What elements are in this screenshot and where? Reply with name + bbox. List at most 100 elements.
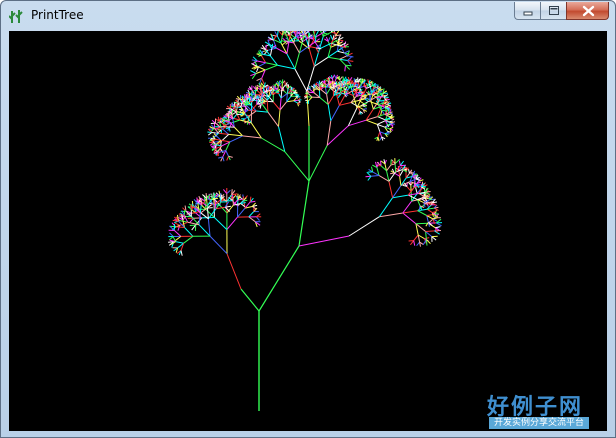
tree-branch: [169, 232, 174, 237]
tree-branch: [265, 100, 274, 103]
tree-branch: [389, 126, 394, 130]
tree-branch: [417, 210, 427, 216]
tree-branch: [424, 195, 430, 198]
tree-branch: [278, 126, 286, 152]
tree-branch: [290, 91, 292, 97]
tree-branch: [360, 80, 362, 84]
watermark-subtitle: 开发实例分享交流平台: [489, 417, 589, 429]
tree-branch: [399, 176, 402, 186]
tree-branch: [362, 108, 367, 110]
tree-branch: [370, 175, 380, 177]
tree-branch: [392, 194, 409, 199]
tree-branch: [258, 62, 266, 68]
tree-branch: [207, 218, 211, 237]
tree-branch: [357, 105, 364, 107]
tree-branch: [308, 91, 314, 94]
tree-branch: [344, 65, 346, 72]
tree-branch: [402, 210, 418, 214]
tree-branch: [229, 135, 243, 143]
watermark: 好例子网 开发实例分享交流平台: [487, 389, 607, 431]
tree-branch: [330, 105, 340, 122]
tree-branch: [350, 79, 352, 84]
tree-branch: [236, 195, 238, 201]
tree-branch: [402, 200, 413, 214]
minimize-button[interactable]: [514, 2, 540, 20]
tree-branch: [277, 64, 296, 70]
tree-branch: [287, 88, 289, 94]
tree-branch: [225, 150, 229, 157]
tree-branch: [266, 100, 269, 113]
window-title: PrintTree: [31, 8, 84, 22]
tree-branch: [280, 89, 283, 99]
tree-branch: [267, 111, 279, 127]
close-button[interactable]: [566, 2, 609, 20]
tree-branch: [381, 109, 387, 112]
tree-branch: [222, 156, 225, 162]
tree-branch: [261, 137, 286, 153]
tree-branch: [175, 226, 185, 228]
tree-branch: [308, 48, 315, 67]
tree-branch: [294, 52, 300, 70]
tree-branch: [261, 78, 265, 84]
tree-branch: [297, 101, 301, 104]
tree-branch: [248, 211, 255, 218]
tree-branch: [228, 127, 231, 132]
tree-branch: [326, 120, 332, 146]
fractal-tree: [168, 31, 443, 411]
tree-branch: [350, 102, 359, 107]
tree-branch: [278, 31, 283, 36]
tree-branch: [278, 109, 281, 127]
tree-branch: [415, 222, 429, 225]
tree-branch: [286, 94, 288, 102]
tree-branch: [250, 122, 262, 139]
tree-branch: [294, 68, 308, 92]
tree-branch: [286, 53, 296, 70]
tree-branch: [345, 64, 352, 67]
tree-canvas: [9, 31, 607, 431]
tree-branch: [348, 216, 380, 237]
tree-branch: [425, 230, 435, 232]
tree-branch: [256, 110, 268, 113]
tree-branch: [261, 50, 264, 56]
tree-branch: [380, 110, 383, 116]
tree-branch: [435, 226, 441, 229]
tree-branch: [250, 70, 257, 74]
tree-branch: [280, 35, 283, 44]
tree-branch: [272, 101, 281, 111]
tree-branch: [226, 189, 231, 194]
tree-branch: [377, 120, 386, 125]
maximize-button[interactable]: [540, 2, 566, 20]
tree-branch: [326, 125, 349, 146]
tree-branch: [226, 216, 238, 230]
tree-branch: [327, 95, 334, 105]
tree-branch: [416, 241, 420, 247]
tree-branch: [331, 31, 338, 35]
tree-branch: [327, 56, 340, 60]
tree-branch: [367, 79, 370, 84]
tree-branch: [377, 131, 381, 138]
title-bar[interactable]: PrintTree: [1, 1, 615, 31]
tree-branch: [379, 212, 403, 218]
tree-branch: [307, 32, 310, 38]
minimize-icon: [523, 11, 533, 16]
tree-branch: [413, 234, 419, 241]
tree-branch: [174, 222, 181, 226]
tree-branch: [214, 217, 228, 230]
tree-branch: [398, 160, 401, 166]
tree-branch: [237, 207, 246, 218]
tree-branch: [427, 201, 432, 204]
tree-branch: [330, 34, 334, 41]
tree-branch: [347, 56, 352, 61]
tree-branch: [200, 199, 203, 206]
tree-branch: [248, 216, 256, 223]
tree-branch: [258, 245, 300, 312]
tree-branch: [392, 185, 402, 198]
tree-branch: [175, 241, 184, 244]
tree-branch: [424, 237, 430, 240]
tree-branch: [326, 87, 331, 95]
tree-branch: [425, 231, 433, 237]
tree-branch: [394, 159, 400, 164]
tree-branch: [265, 64, 278, 71]
tree-branch: [198, 224, 211, 237]
tree-branch: [413, 240, 416, 246]
